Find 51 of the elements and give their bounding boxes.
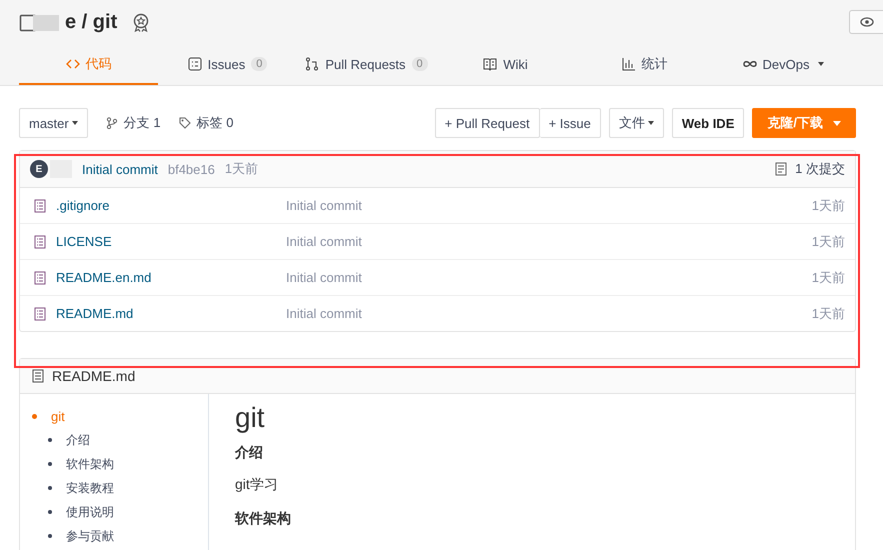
- commit-count-link[interactable]: 1 次提交: [775, 160, 845, 178]
- book-icon: [483, 57, 498, 71]
- branch-dropdown[interactable]: master: [19, 108, 88, 138]
- file-name[interactable]: README.md: [56, 306, 134, 321]
- tab[interactable]: 统计: [575, 45, 714, 85]
- eye-icon: [860, 16, 874, 26]
- code-icon: [66, 57, 80, 71]
- section-heading: 软件架构: [235, 510, 291, 528]
- file-name[interactable]: LICENSE: [56, 234, 112, 249]
- tag-icon: [178, 117, 191, 129]
- commit-time: 1天前: [224, 160, 258, 178]
- blurred-area: [33, 14, 59, 30]
- commit-message[interactable]: Initial commit: [82, 162, 158, 176]
- tab[interactable]: DevOps: [714, 45, 853, 85]
- pull-request-icon: [305, 57, 320, 71]
- watch-button[interactable]: [849, 10, 883, 34]
- document-icon: [775, 162, 788, 176]
- paragraph: git学习: [235, 476, 279, 494]
- commit-time: 1天前: [812, 268, 845, 286]
- toc-link[interactable]: 使用说明: [66, 504, 114, 520]
- toc-link[interactable]: 参与贡献: [66, 528, 114, 544]
- file-name[interactable]: .gitignore: [56, 198, 110, 213]
- file-icon: [34, 270, 46, 284]
- toc-link[interactable]: 软件架构: [66, 456, 114, 472]
- files-dropdown[interactable]: 文件: [608, 108, 664, 138]
- section-heading: 介绍: [235, 444, 264, 462]
- readme-title: git: [235, 402, 266, 434]
- tags-link[interactable]: 标签 0: [178, 114, 234, 132]
- commit-time: 1天前: [812, 304, 845, 322]
- branches-link[interactable]: 分支 1: [106, 114, 161, 132]
- file-icon: [32, 369, 44, 383]
- branch-icon: [106, 117, 118, 129]
- tab[interactable]: Issues 0: [158, 45, 297, 85]
- readme-filename: README.md: [52, 368, 136, 384]
- commit-time: 1天前: [812, 232, 845, 250]
- commit-time: 1天前: [812, 196, 845, 214]
- file-icon: [34, 234, 46, 248]
- bar-chart-icon: [622, 57, 636, 71]
- file-icon: [34, 306, 46, 320]
- file-icon: [34, 198, 46, 212]
- list-icon: [188, 57, 202, 71]
- file-name[interactable]: README.en.md: [56, 270, 152, 285]
- new-pull-request-button[interactable]: + Pull Request: [434, 108, 540, 138]
- tab[interactable]: Wiki: [436, 45, 575, 85]
- avatar: E: [30, 160, 48, 178]
- tab[interactable]: Pull Requests 0: [297, 45, 436, 85]
- toc-link[interactable]: 介绍: [66, 432, 90, 448]
- toc-link[interactable]: 安装教程: [66, 480, 114, 496]
- new-issue-button[interactable]: + Issue: [540, 108, 601, 138]
- repo-title[interactable]: e / git: [65, 11, 118, 34]
- web-ide-button[interactable]: Web IDE: [672, 108, 744, 138]
